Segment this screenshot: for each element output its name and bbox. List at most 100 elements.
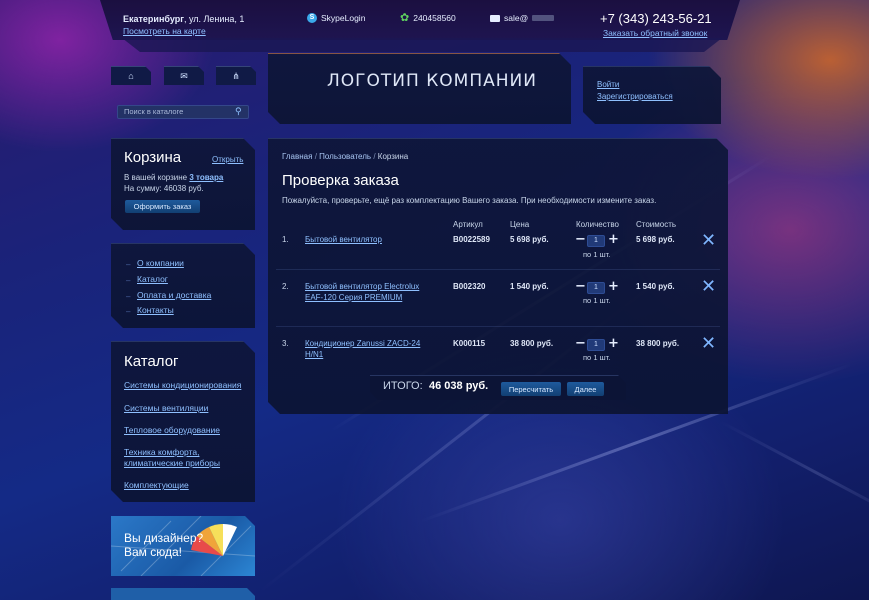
breadcrumb-separator: / xyxy=(314,152,317,161)
catalog-item-ventilation[interactable]: Системы вентиляции xyxy=(124,403,208,413)
product-link[interactable]: Кондиционер Zanussi ZACD-24 xyxy=(305,339,420,348)
product-article: K000115 xyxy=(453,339,486,348)
email-address: sale@ xyxy=(504,13,529,23)
product-cost: 38 800 руб. xyxy=(636,339,680,348)
skype-login: SkypeLogin xyxy=(321,13,366,23)
street: , ул. Ленина, 1 xyxy=(183,14,245,24)
menu-item-contacts[interactable]: Контакты xyxy=(137,305,174,315)
cart-count-prefix: В вашей корзине xyxy=(124,173,190,182)
cart-sum: На сумму: 46038 руб. xyxy=(124,184,204,193)
minus-button[interactable]: − xyxy=(575,233,586,246)
search-icon[interactable]: ⚲ xyxy=(235,106,242,117)
company-logo[interactable]: ЛОГОТИП КОМПАНИИ xyxy=(327,71,537,91)
header-cost: Стоимость xyxy=(636,220,677,229)
row-number: 3. xyxy=(282,339,289,348)
quantity-input[interactable]: 1 xyxy=(587,339,605,351)
catalog-item-ac[interactable]: Системы кондиционирования xyxy=(124,380,241,390)
menu-bullet: – xyxy=(126,307,131,316)
page-subtitle: Пожалуйста, проверьте, ещё раз комплекта… xyxy=(282,196,657,205)
minus-button[interactable]: − xyxy=(575,337,586,350)
email-obscured xyxy=(532,15,555,21)
quantity-unit: по 1 шт. xyxy=(583,296,611,305)
icq-number: 240458560 xyxy=(413,13,456,23)
designer-banner[interactable]: Вы дизайнер? Вам сюда! xyxy=(111,516,255,576)
product-price: 5 698 руб. xyxy=(510,235,549,244)
menu-bullet: – xyxy=(126,276,131,285)
remove-icon[interactable]: ✕ xyxy=(701,335,716,353)
mail-tab[interactable]: ✉ xyxy=(164,66,204,85)
breadcrumb-current: Корзина xyxy=(377,152,409,161)
product-link-line2[interactable]: H/N1 xyxy=(305,350,323,359)
breadcrumb-home[interactable]: Главная xyxy=(282,152,312,161)
address: Екатеринбург, ул. Ленина, 1 xyxy=(123,14,244,24)
home-tab[interactable]: ⌂ xyxy=(111,66,151,85)
plus-button[interactable]: + xyxy=(608,233,619,246)
home-icon: ⌂ xyxy=(128,71,134,81)
callback-link[interactable]: Заказать обратный звонок xyxy=(603,28,707,38)
checkout-button[interactable]: Оформить заказ xyxy=(125,200,200,213)
banner-line2: Вам сюда! xyxy=(124,545,183,559)
breadcrumb-separator: / xyxy=(373,152,376,161)
product-cost: 1 540 руб. xyxy=(636,282,675,291)
catalog-item-comfort[interactable]: Техника комфорта, xyxy=(124,447,199,457)
next-button[interactable]: Далее xyxy=(567,382,604,396)
plus-button[interactable]: + xyxy=(608,280,619,293)
search-input[interactable]: Поиск в каталоге xyxy=(117,105,249,119)
cart-title: Корзина xyxy=(124,149,182,166)
product-price: 38 800 руб. xyxy=(510,339,554,348)
phone-number: +7 (343) 243-56-21 xyxy=(600,11,712,26)
header-article: Артикул xyxy=(453,220,483,229)
email-contact[interactable]: sale@ xyxy=(490,13,555,23)
recalculate-button[interactable]: Пересчитать xyxy=(501,382,561,396)
catalog-item-parts[interactable]: Комплектующие xyxy=(124,480,189,490)
menu-item-about[interactable]: О компании xyxy=(137,258,184,268)
quantity-input[interactable]: 1 xyxy=(587,282,605,294)
menu-bullet: – xyxy=(126,292,131,301)
register-link[interactable]: Зарегистрироваться xyxy=(597,92,673,101)
mail-icon: ✉ xyxy=(180,70,188,81)
skype-icon: S xyxy=(307,13,317,23)
product-cost: 5 698 руб. xyxy=(636,235,675,244)
cart-count-link[interactable]: 3 товара xyxy=(189,173,223,182)
remove-icon[interactable]: ✕ xyxy=(701,232,716,250)
product-price: 1 540 руб. xyxy=(510,282,549,291)
sitemap-tab[interactable]: ⋔ xyxy=(216,66,256,85)
product-article: B0022589 xyxy=(453,235,490,244)
envelope-icon xyxy=(490,14,500,22)
product-link[interactable]: Бытовой вентилятор xyxy=(305,235,382,244)
banner-line1: Вы дизайнер? xyxy=(124,531,204,545)
menu-bullet: – xyxy=(126,260,131,269)
header-quantity: Количество xyxy=(576,220,619,229)
quantity-unit: по 1 шт. xyxy=(583,353,611,362)
header-price: Цена xyxy=(510,220,530,229)
page-title: Проверка заказа xyxy=(282,172,399,189)
skype-contact[interactable]: S SkypeLogin xyxy=(307,13,365,23)
icq-flower-icon: ✿ xyxy=(400,12,410,24)
product-link-line2[interactable]: EAF-120 Серия PREMIUM xyxy=(305,293,402,302)
total-label: ИТОГО: xyxy=(383,380,423,392)
next-banner[interactable] xyxy=(111,588,255,600)
catalog-item-comfort-line2[interactable]: климатические приборы xyxy=(124,458,220,468)
plus-button[interactable]: + xyxy=(608,337,619,350)
product-article: B002320 xyxy=(453,282,486,291)
login-link[interactable]: Войти xyxy=(597,80,619,89)
breadcrumb: Главная / Пользователь / Корзина xyxy=(282,152,408,161)
header-strip xyxy=(122,38,722,52)
menu-item-payment[interactable]: Оплата и доставка xyxy=(137,290,211,300)
catalog-item-heating[interactable]: Тепловое оборудование xyxy=(124,425,220,435)
breadcrumb-user[interactable]: Пользователь xyxy=(319,152,371,161)
minus-button[interactable]: − xyxy=(575,280,586,293)
menu-widget xyxy=(111,243,255,328)
quantity-input[interactable]: 1 xyxy=(587,235,605,247)
row-number: 2. xyxy=(282,282,289,291)
cart-open-link[interactable]: Открыть xyxy=(212,155,243,164)
remove-icon[interactable]: ✕ xyxy=(701,278,716,296)
sitemap-icon: ⋔ xyxy=(232,70,240,81)
catalog-title: Каталог xyxy=(124,353,179,370)
product-link[interactable]: Бытовой вентилятор Electrolux xyxy=(305,282,419,291)
menu-item-catalog[interactable]: Каталог xyxy=(137,274,168,284)
quantity-unit: по 1 шт. xyxy=(583,250,611,259)
map-link[interactable]: Посмотреть на карте xyxy=(123,26,206,36)
row-number: 1. xyxy=(282,235,289,244)
icq-contact: ✿ 240458560 xyxy=(400,12,456,24)
